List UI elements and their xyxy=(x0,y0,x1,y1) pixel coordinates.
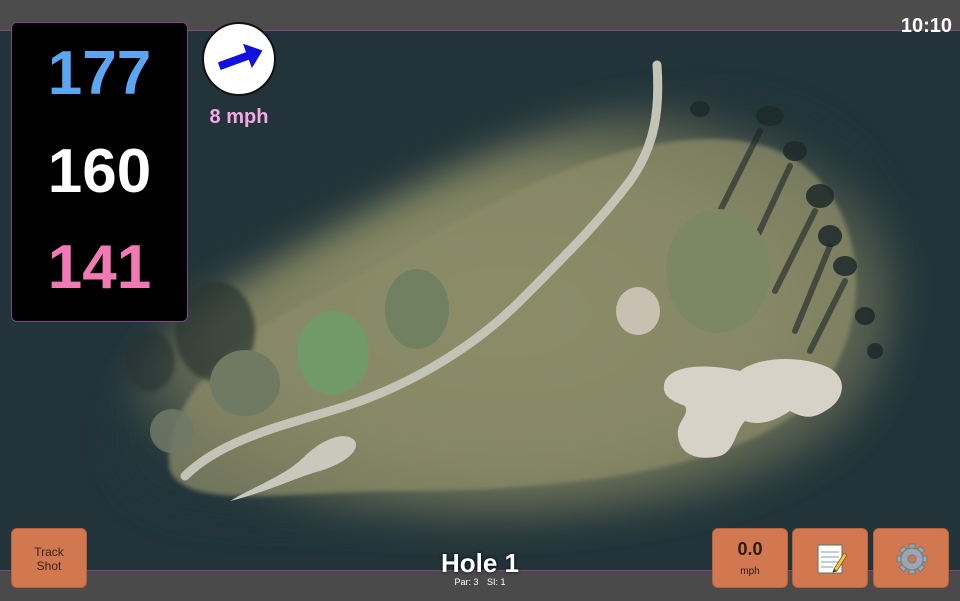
speed-value: 0.0 xyxy=(737,539,763,559)
gear-icon xyxy=(896,543,928,575)
settings-button[interactable] xyxy=(873,528,949,588)
track-shot-label: Track Shot xyxy=(34,545,64,573)
distance-panel: 177 160 141 xyxy=(11,22,188,322)
stroke-index-label: SI: 1 xyxy=(487,577,506,587)
speed-button[interactable]: 0.0 mph xyxy=(712,528,788,588)
wind-arrow-icon xyxy=(217,43,263,70)
par-label: Par: 3 xyxy=(454,577,479,587)
speed-unit: mph xyxy=(740,566,760,577)
notepad-icon xyxy=(817,544,848,574)
wind-speed: 8 mph xyxy=(209,106,269,128)
track-shot-button[interactable]: Track Shot xyxy=(11,528,87,588)
hole-title: Hole 1 xyxy=(440,548,520,578)
clock: 10:10 xyxy=(900,15,952,37)
back-distance: 177 xyxy=(47,39,152,108)
notes-button[interactable] xyxy=(792,528,868,588)
wind-indicator[interactable] xyxy=(202,22,276,96)
middle-distance: 160 xyxy=(47,137,152,206)
front-distance: 141 xyxy=(47,233,152,302)
hole-details: Par: 3 SI: 1 xyxy=(380,577,580,587)
